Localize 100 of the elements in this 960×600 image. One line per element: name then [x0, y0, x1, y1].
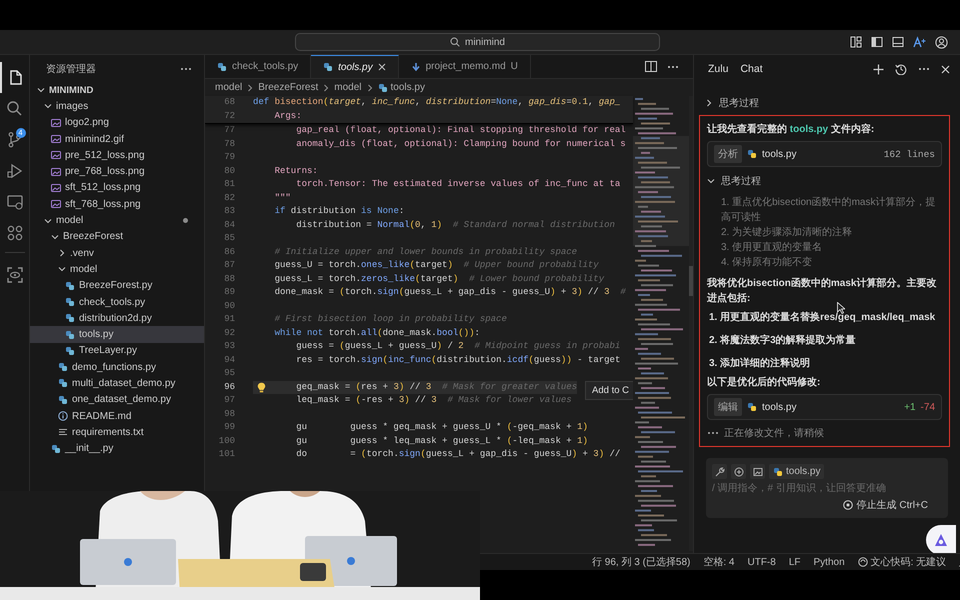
- breadcrumb-item[interactable]: model: [334, 82, 362, 93]
- extensions-icon[interactable]: [6, 224, 24, 242]
- chat-input-field[interactable]: / 调用指令，# 引用知识，让回答更准确: [712, 483, 942, 494]
- file-item[interactable]: __init__.py: [30, 440, 204, 457]
- progress-dots-icon: [707, 431, 719, 435]
- lightbulb-icon: [257, 382, 266, 392]
- code-line: gap_real (float, optional): Final stopping threshold for real: [295, 124, 626, 137]
- markdown-file-icon: [410, 62, 421, 72]
- folder-item[interactable]: BreezeForest: [30, 228, 204, 245]
- file-item[interactable]: minimind2.gif: [30, 130, 204, 148]
- file-item[interactable]: pre_512_loss.png: [30, 147, 204, 164]
- python-file-icon: [65, 330, 75, 340]
- file-item[interactable]: one_dataset_demo.py: [30, 392, 204, 408]
- file-link[interactable]: tools.py: [790, 124, 828, 135]
- line-number: 86: [223, 246, 236, 258]
- folder-item[interactable]: images: [30, 98, 204, 115]
- file-item[interactable]: sft_768_loss.png: [30, 196, 204, 212]
- file-card[interactable]: 编辑 tools.py +1 -74: [707, 394, 942, 420]
- code-line: leq_mask = (-res + 3) // 3 # Mask for lower values: [295, 394, 572, 407]
- status-item[interactable]: 文心快码: 无建议: [870, 555, 946, 569]
- file-item[interactable]: TreeLayer.py: [30, 342, 204, 360]
- folder-item[interactable]: model: [30, 261, 204, 278]
- panel-toggle-icon[interactable]: [892, 36, 904, 48]
- breadcrumb-item[interactable]: BreezeForest: [258, 82, 318, 93]
- code-line: def bisection(target, inc_func, distribution=None, gap_dis=0.1, gap_: [253, 96, 620, 109]
- file-item[interactable]: pre_768_loss.png: [30, 163, 204, 180]
- layout-icon[interactable]: [850, 36, 862, 48]
- file-card[interactable]: 分析 tools.py 162 lines: [707, 141, 942, 167]
- line-number: 68: [223, 96, 236, 109]
- history-icon[interactable]: [895, 63, 907, 75]
- file-item[interactable]: demo_functions.py: [30, 359, 204, 376]
- code-line: guess_U = torch.ones_like(target) # Upper bound probability: [274, 259, 599, 272]
- search-icon[interactable]: [6, 100, 24, 118]
- code-action-tooltip[interactable]: Add to C: [585, 380, 633, 400]
- editor-tab[interactable]: tools.py: [311, 55, 399, 78]
- file-item[interactable]: multi_dataset_demo.py: [30, 375, 204, 392]
- file-item[interactable]: logo2.png: [30, 114, 204, 131]
- file-item[interactable]: check_tools.py: [30, 294, 204, 310]
- file-item[interactable]: BreezeForest.py: [30, 278, 204, 294]
- code-line: anomaly_dis (float, optional): Clamping bound for numerical s: [295, 138, 626, 150]
- line-count: 162 lines: [884, 148, 935, 160]
- line-number: 82: [223, 192, 236, 204]
- status-item[interactable]: LF: [788, 556, 800, 568]
- wrench-icon[interactable]: [714, 466, 726, 478]
- breadcrumb-item[interactable]: tools.py: [378, 82, 425, 93]
- code-line: torch.Tensor: The estimated inverse values of inc_func at ta: [295, 178, 620, 191]
- status-item[interactable]: 空格: 4: [703, 555, 734, 569]
- thinking-toggle[interactable]: 思考过程: [699, 95, 950, 111]
- thinking-step: 1. 重点优化bisection函数中的mask计算部分，提高可读性: [721, 195, 942, 225]
- python-file-icon: [773, 466, 783, 476]
- code-line: guess_L = torch.zeros_like(target) # Lower bound probability: [274, 272, 604, 286]
- stop-icon: [842, 500, 853, 510]
- sidebar-toggle-icon[interactable]: [871, 36, 883, 48]
- chevron-right-icon: [322, 84, 330, 92]
- improvement-point: 2. 将魔法数字3的解释提取为常量: [709, 333, 857, 348]
- status-item[interactable]: UTF-8: [747, 556, 776, 568]
- folder-item[interactable]: model: [30, 212, 204, 229]
- plus-icon[interactable]: [873, 64, 884, 74]
- source-control-icon[interactable]: [6, 130, 24, 148]
- improvement-point: 1. 用更直观的变量名替换res/geq_mask/leq_mask: [709, 310, 936, 325]
- assistant-logo-icon[interactable]: [933, 532, 949, 548]
- chat-tab[interactable]: Chat: [740, 63, 763, 75]
- action-tag: 编辑: [714, 398, 742, 416]
- stop-button[interactable]: 停止生成 Ctrl+C: [842, 498, 942, 512]
- file-item[interactable]: requirements.txt: [30, 424, 204, 441]
- split-editor-icon[interactable]: [645, 61, 657, 72]
- info-icon: [58, 411, 68, 422]
- line-number: 95: [223, 367, 236, 380]
- code-line: if distribution is None:: [274, 205, 404, 218]
- account-icon[interactable]: [935, 36, 948, 48]
- status-item[interactable]: Python: [814, 556, 845, 568]
- more-icon[interactable]: [180, 66, 192, 70]
- line-number: 80: [223, 164, 236, 178]
- file-item[interactable]: README.md: [30, 408, 204, 424]
- command-search-field[interactable]: minimind: [295, 33, 660, 51]
- more-icon[interactable]: [918, 67, 930, 71]
- file-item[interactable]: tools.py: [30, 326, 204, 343]
- preview-icon[interactable]: [6, 266, 24, 284]
- close-icon[interactable]: [941, 64, 950, 74]
- line-number: 78: [223, 138, 236, 150]
- line-number: 77: [223, 124, 236, 137]
- message-text: 我将优化bisection函数中的mask计算部分。主要改进点包括:: [707, 276, 938, 306]
- file-item[interactable]: distribution2d.py: [30, 310, 204, 326]
- breadcrumb-item[interactable]: model: [215, 82, 242, 93]
- code-line: done_mask = (torch.sign(guess_L + gap_dis - guess_U) + 3) // 3 #: [274, 286, 626, 299]
- folder-item[interactable]: .venv: [30, 244, 204, 262]
- status-item[interactable]: 行 96, 列 3 (已选择58): [592, 555, 690, 569]
- editor-tab[interactable]: project_memo.md U: [398, 55, 531, 78]
- file-item[interactable]: sft_512_loss.png: [30, 180, 204, 196]
- remote-icon[interactable]: [6, 192, 24, 210]
- more-icon[interactable]: [667, 64, 679, 68]
- image-file-icon: [51, 134, 61, 144]
- thinking-toggle[interactable]: 思考过程: [707, 173, 942, 189]
- folder-item[interactable]: MINIMIND: [30, 82, 204, 98]
- close-icon[interactable]: [378, 63, 386, 71]
- add-circle-icon[interactable]: [732, 466, 744, 478]
- context-chip[interactable]: tools.py: [769, 464, 824, 479]
- run-icon[interactable]: [6, 162, 24, 180]
- font-size-icon[interactable]: [913, 36, 926, 48]
- image-icon[interactable]: [752, 466, 764, 478]
